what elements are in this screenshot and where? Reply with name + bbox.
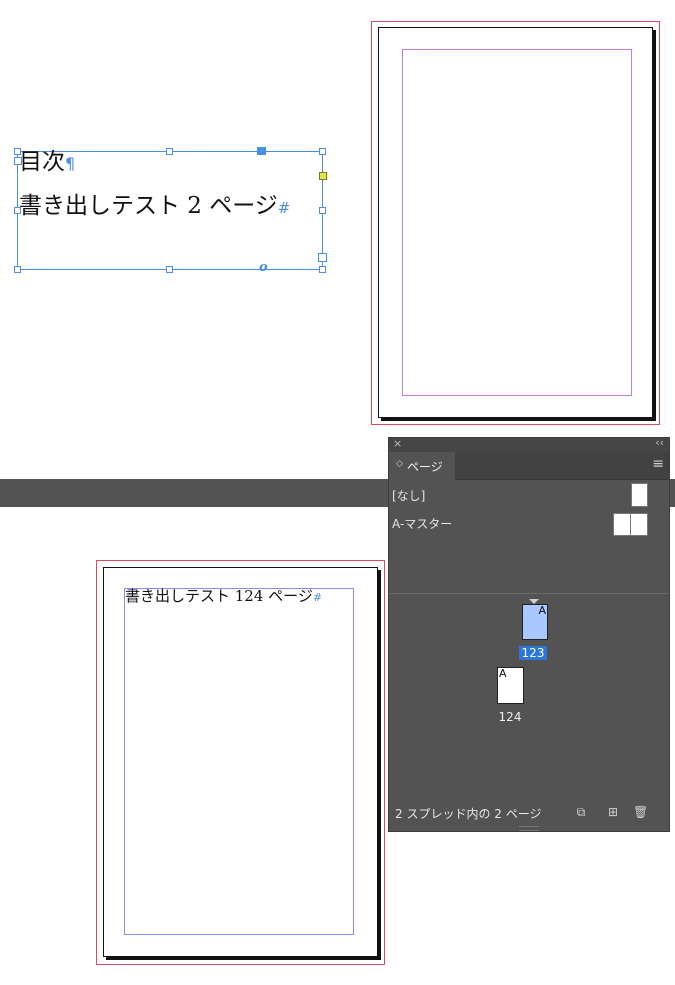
master-thumbnail-left xyxy=(613,513,631,536)
trash-icon[interactable]: 🗑 xyxy=(633,805,648,819)
new-page-icon[interactable]: ⊞ xyxy=(606,805,620,819)
frame-handle-mid-right[interactable] xyxy=(319,207,326,214)
close-panel-icon[interactable]: × xyxy=(393,437,402,450)
bottom-page-margin-guide xyxy=(124,588,354,935)
end-of-story-icon: # xyxy=(312,591,323,604)
master-label: [なし] xyxy=(392,489,426,503)
frame-handle-top-middle[interactable] xyxy=(166,148,173,155)
master-prefix: A xyxy=(538,604,546,617)
panel-resize-grip[interactable] xyxy=(519,826,539,831)
content-grabber-handle[interactable] xyxy=(257,147,266,155)
collapse-panel-icon[interactable]: ‹‹ xyxy=(655,436,664,449)
master-prefix: A xyxy=(499,667,507,680)
panel-title-bar[interactable]: × ‹‹ xyxy=(389,436,669,452)
panel-tab-row: ◇ ページ ≡ xyxy=(389,452,669,480)
overset-glyph-icon: o xyxy=(259,260,268,275)
tab-pages[interactable]: ◇ ページ xyxy=(389,452,455,480)
bottom-page-text-content: 書き出しテスト 124 ページ xyxy=(125,587,313,605)
tab-pages-label: ページ xyxy=(407,460,443,474)
section-divider xyxy=(389,593,669,594)
master-thumbnail xyxy=(631,483,648,507)
master-label: A-マスター xyxy=(392,517,453,531)
toc-heading-text: 目次 xyxy=(19,149,65,175)
page-thumbnail-123[interactable]: A xyxy=(522,604,548,640)
pages-panel[interactable]: × ‹‹ ◇ ページ ≡ [なし] A-マスター A 123 A 124 2 ス… xyxy=(388,436,670,832)
panel-status-bar: 2 スプレッド内の 2 ページ ⧉ ⊞ 🗑 xyxy=(389,800,669,824)
toc-heading: 目次¶ xyxy=(19,148,75,178)
end-of-story-icon: # xyxy=(277,199,291,217)
master-item-none[interactable]: [なし] xyxy=(389,482,669,508)
toc-entry-text: 書き出しテスト 2 ページ xyxy=(19,193,278,219)
top-page-margin-guide xyxy=(402,49,632,396)
corner-option-handle[interactable] xyxy=(319,172,327,180)
toc-entry: 書き出しテスト 2 ページ# xyxy=(19,192,290,222)
master-item-a[interactable]: A-マスター xyxy=(389,510,669,538)
edit-page-size-icon[interactable]: ⧉ xyxy=(574,805,588,819)
master-thumbnail-right xyxy=(630,513,648,536)
frame-handle-bottom-right[interactable] xyxy=(319,266,326,273)
tab-toggle-icon: ◇ xyxy=(396,459,403,469)
page-number-124[interactable]: 124 xyxy=(493,710,527,724)
frame-handle-bottom-middle[interactable] xyxy=(166,266,173,273)
spread-count-text: 2 スプレッド内の 2 ページ xyxy=(395,807,542,821)
bottom-page-text[interactable]: 書き出しテスト 124 ページ# xyxy=(125,586,322,608)
frame-out-port[interactable] xyxy=(318,253,327,262)
page-number-123[interactable]: 123 xyxy=(519,646,547,660)
panel-menu-icon[interactable]: ≡ xyxy=(652,456,664,472)
pilcrow-icon: ¶ xyxy=(65,154,76,173)
frame-handle-top-right[interactable] xyxy=(319,148,326,155)
frame-handle-bottom-left[interactable] xyxy=(14,266,21,273)
page-thumbnail-124[interactable]: A xyxy=(497,667,524,704)
